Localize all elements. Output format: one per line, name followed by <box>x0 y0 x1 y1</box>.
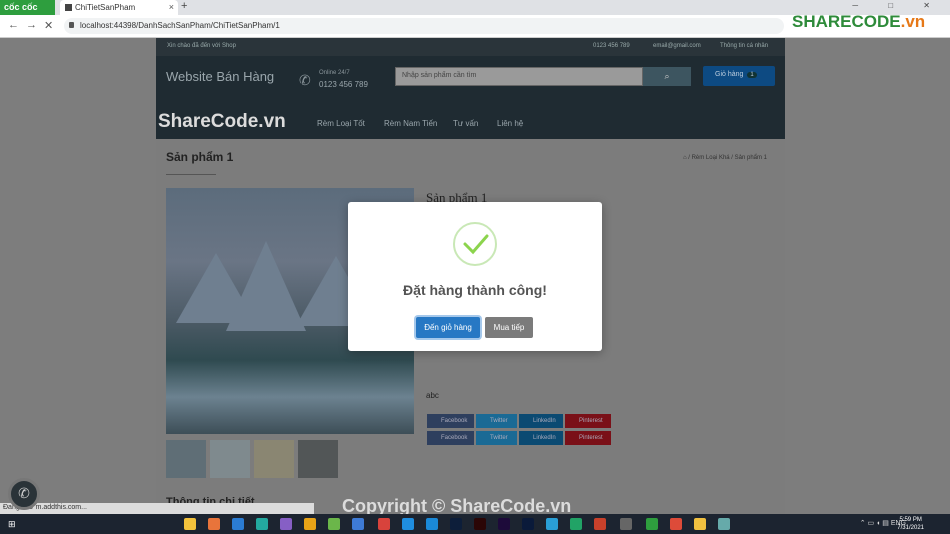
taskbar-app-icon[interactable] <box>232 518 244 530</box>
menu-item-lien-he[interactable]: Liên hệ <box>497 119 523 128</box>
menu-item-rem-nam-tien[interactable]: Rèm Nam Tiến <box>384 119 437 128</box>
taskbar-app-icon[interactable] <box>352 518 364 530</box>
url-field[interactable]: localhost:44398/DanhSachSanPham/ChiTietS… <box>64 18 784 34</box>
top-phone: 0123 456 789 <box>593 43 630 49</box>
checkmark-icon <box>463 234 489 255</box>
tab-title: ChiTietSanPham <box>75 3 136 12</box>
phone-icon: ✆ <box>18 485 30 501</box>
back-icon[interactable]: ← <box>8 19 19 31</box>
menu-item-tu-van[interactable]: Tư vấn <box>453 119 478 128</box>
hotline-label: Online 24/7 <box>319 70 350 76</box>
product-thumbnail[interactable] <box>166 440 206 478</box>
top-strip: Xin chào đã đến với Shop 0123 456 789 em… <box>156 38 785 56</box>
menu-item-rem-loai-tot[interactable]: Rèm Loại Tốt <box>317 119 365 128</box>
breadcrumb: ⌂ / Rèm Loại Khá / Sản phẩm 1 <box>682 155 767 161</box>
site-brand[interactable]: Website Bán Hàng <box>166 69 274 84</box>
sharecode-watermark: ShareCode.vn <box>158 111 286 132</box>
taskbar-app-icon[interactable] <box>328 518 340 530</box>
taskbar-app-icon[interactable] <box>304 518 316 530</box>
page-favicon-icon <box>65 4 72 11</box>
phone-icon: ✆ <box>299 72 311 88</box>
cart-button[interactable]: Giỏ hàng 1 <box>703 66 775 86</box>
linkedin-share-button[interactable]: LinkedIn <box>519 431 563 445</box>
breadcrumb-current: Sản phẩm 1 <box>734 155 767 161</box>
taskbar-app-icon[interactable] <box>670 518 682 530</box>
window-controls[interactable]: ─ □ ✕ <box>852 1 944 10</box>
clock-date: 7/31/2021 <box>897 525 924 531</box>
taskbar-app-icon[interactable] <box>450 518 462 530</box>
linkedin-share-button[interactable]: LinkedIn <box>519 414 563 428</box>
taskbar-app-icon[interactable] <box>474 518 486 530</box>
taskbar-app-icon[interactable] <box>208 518 220 530</box>
product-thumbnail[interactable] <box>298 440 338 478</box>
success-check-icon <box>453 222 497 266</box>
browser-brand[interactable]: cốc cốc <box>0 0 55 15</box>
new-tab-icon[interactable]: + <box>181 0 187 12</box>
browser-tab[interactable]: ChiTietSanPham × <box>60 0 178 15</box>
sharecode-logo-text: SHARECODE <box>792 12 901 31</box>
taskbar-app-icon[interactable] <box>546 518 558 530</box>
clock-time: 5:59 PM <box>899 517 922 523</box>
windows-taskbar: ⊞ ⌃ ▭ ◖ ▤ ENG 5:59 PM 7/31/2021 <box>0 514 950 534</box>
forward-icon[interactable]: → <box>26 19 37 31</box>
top-account-link[interactable]: Thông tin cá nhân <box>720 43 768 49</box>
facebook-share-button[interactable]: Facebook <box>427 431 474 445</box>
modal-title: Đặt hàng thành công! <box>403 282 547 298</box>
pinterest-share-button[interactable]: Pinterest <box>565 414 611 428</box>
search-input[interactable]: Nhập sản phẩm cần tìm <box>395 67 643 86</box>
taskbar-app-icon[interactable] <box>570 518 582 530</box>
phone-call-button[interactable]: ✆ <box>8 478 40 510</box>
cart-count-badge: 1 <box>747 72 757 78</box>
breadcrumb-category[interactable]: Rèm Loại Khá <box>692 155 730 161</box>
windows-start-icon[interactable]: ⊞ <box>8 519 18 529</box>
cart-label: Giỏ hàng <box>715 71 744 78</box>
page-title: Sản phẩm 1 <box>166 150 234 164</box>
search-icon: ⌕ <box>664 71 670 81</box>
taskbar-app-icon[interactable] <box>280 518 292 530</box>
site-info-icon <box>69 22 74 28</box>
product-description: abc <box>426 391 439 400</box>
taskbar-app-icon[interactable] <box>402 518 414 530</box>
url-text: localhost:44398/DanhSachSanPham/ChiTietS… <box>80 21 280 30</box>
twitter-share-button[interactable]: Twitter <box>476 414 517 428</box>
hotline-number: 0123 456 789 <box>319 80 368 89</box>
title-underline <box>166 174 216 175</box>
facebook-share-button[interactable]: Facebook <box>427 414 474 428</box>
top-email[interactable]: email@gmail.com <box>653 43 701 49</box>
stop-loading-icon[interactable]: ✕ <box>44 19 53 32</box>
search-button[interactable]: ⌕ <box>643 67 691 86</box>
taskbar-app-icon[interactable] <box>426 518 438 530</box>
welcome-text: Xin chào đã đến với Shop <box>167 43 236 49</box>
close-tab-icon[interactable]: × <box>169 2 174 12</box>
sharecode-logo: SHARECODE.vn <box>792 12 925 32</box>
sharecode-logo-suffix: .vn <box>900 12 926 31</box>
mountain-shape <box>226 240 306 331</box>
twitter-share-button[interactable]: Twitter <box>476 431 517 445</box>
product-thumbnail[interactable] <box>254 440 294 478</box>
taskbar-clock[interactable]: 5:59 PM 7/31/2021 <box>897 516 924 532</box>
taskbar-app-icon[interactable] <box>378 518 390 530</box>
status-bar: Đang chờ m.addthis.com... <box>0 503 314 514</box>
taskbar-app-icon[interactable] <box>184 518 196 530</box>
continue-shopping-button[interactable]: Mua tiếp <box>485 317 533 338</box>
taskbar-app-icon[interactable] <box>256 518 268 530</box>
taskbar-app-icon[interactable] <box>594 518 606 530</box>
taskbar-app-icon[interactable] <box>522 518 534 530</box>
product-thumbnail[interactable] <box>210 440 250 478</box>
taskbar-app-icon[interactable] <box>718 518 730 530</box>
order-success-modal: Đặt hàng thành công! Đến giỏ hàng Mua ti… <box>348 202 602 351</box>
pinterest-share-button[interactable]: Pinterest <box>565 431 611 445</box>
home-icon[interactable]: ⌂ <box>683 155 687 161</box>
taskbar-app-icon[interactable] <box>694 518 706 530</box>
go-to-cart-button[interactable]: Đến giỏ hàng <box>416 317 480 338</box>
taskbar-app-icon[interactable] <box>498 518 510 530</box>
taskbar-app-icon[interactable] <box>620 518 632 530</box>
taskbar-app-icon[interactable] <box>646 518 658 530</box>
